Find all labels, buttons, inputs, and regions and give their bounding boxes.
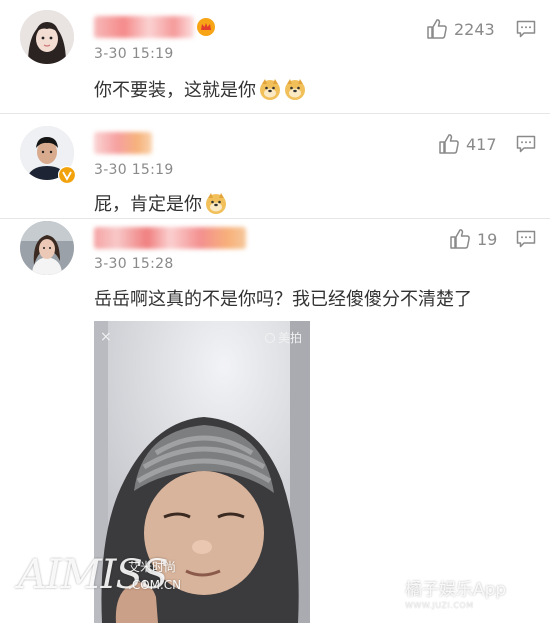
comment-timestamp: 3-30 15:19 [94,46,174,62]
comment-body: 你不要装，这就是你 [94,80,256,101]
comment-text: 屁，肯定是你 [94,190,227,216]
username-redacted[interactable] [94,227,246,249]
like-button[interactable]: 417 [438,132,497,156]
avatar[interactable] [20,10,74,64]
like-count: 19 [477,229,498,249]
comment-body: 岳岳啊这真的不是你吗？我已经傻傻分不清楚了 [94,289,472,310]
comment-timestamp: 3-30 15:28 [94,256,174,272]
reply-comment-icon[interactable] [516,230,536,248]
comment-timestamp: 3-30 15:19 [94,162,174,178]
reply-comment-icon[interactable] [516,20,536,38]
watermark-url: WWW.JUZI.COM [405,601,474,610]
comment-text: 你不要装，这就是你 [94,76,306,102]
watermark-juzi: 橘子娱乐App WWW.JUZI.COM [405,575,545,615]
camera-icon [264,332,275,343]
thumbs-up-icon [450,229,470,249]
video-source-label: 美拍 [277,331,302,345]
username-redacted[interactable] [94,16,194,38]
woman-avatar-icon [20,221,74,275]
like-button[interactable]: 19 [449,227,497,251]
crown-vip-icon [197,18,215,36]
verified-v-icon [57,165,77,185]
avatar[interactable] [20,221,74,275]
like-button[interactable]: 2243 [426,17,495,41]
watermark-app-name: 橘子娱乐App [405,580,507,600]
doge-emoji-icon [285,79,305,100]
video-source-tag: 美拍 [264,329,302,346]
thumbs-up-icon [439,134,459,154]
comment-item: 3-30 15:19 你不要装，这就是你 2243 [0,0,550,113]
username-redacted[interactable] [94,132,152,154]
watermark-aimiss: AIMISS 艾米时尚 .COM.CN [18,552,188,608]
comment-text: 岳岳啊这真的不是你吗？我已经傻傻分不清楚了 [94,285,472,311]
reply-comment-icon[interactable] [516,135,536,153]
video-close-icon[interactable]: × [100,329,112,345]
watermark-brand-cn: 艾米时尚 [128,560,177,574]
watermark-domain: .COM.CN [128,578,182,592]
doge-emoji-icon [206,193,226,214]
girl-avatar-icon [20,10,74,64]
comment-item: 3-30 15:19 屁，肯定是你 417 [0,114,550,218]
like-count: 417 [466,134,497,154]
like-count: 2243 [454,19,495,39]
thumbs-up-icon [427,19,447,39]
doge-emoji-icon [260,79,280,100]
comment-body: 屁，肯定是你 [94,194,202,215]
